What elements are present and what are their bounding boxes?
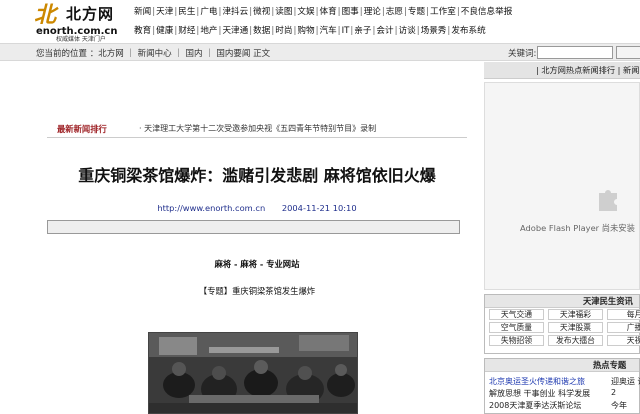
- article-datetime: 2004-11-21 10:10: [281, 203, 357, 213]
- nav-link[interactable]: 地产: [200, 26, 217, 36]
- minsheng-link[interactable]: 发布大擂台: [548, 335, 603, 346]
- nav-link[interactable]: 场景秀: [421, 26, 447, 36]
- right-sidebar: | 北方网热点新闻排行 | 新闻 Adobe Flash Player 尚未安装…: [478, 62, 640, 414]
- nav-link[interactable]: 亲子: [354, 26, 371, 36]
- nav-link[interactable]: 广电: [200, 7, 217, 17]
- site-header: 北 北方网 enorth.com.cn 权威媒体 天津门户 新闻|天津|民生|广…: [0, 0, 640, 43]
- hot-topic-link[interactable]: 2008天津夏季达沃斯论坛: [489, 400, 581, 411]
- article-column: 最新新闻排行 · 天津理工大学第十二次受邀参加央视《五四青年节特别节目》录制 重…: [37, 62, 477, 414]
- flash-placeholder[interactable]: Adobe Flash Player 尚未安装: [484, 82, 640, 290]
- nav-link[interactable]: 理论: [364, 7, 381, 17]
- article-meta: http://www.enorth.com.cn 2004-11-21 10:1…: [37, 203, 477, 213]
- logo-name: 北方网: [66, 5, 115, 23]
- site-logo[interactable]: 北 北方网 enorth.com.cn 权威媒体 天津门户: [34, 2, 130, 43]
- nav-link[interactable]: 购物: [297, 26, 314, 36]
- nav-link[interactable]: 发布系统: [451, 26, 485, 36]
- nav-link[interactable]: 微视: [253, 7, 270, 17]
- news-photo: [148, 332, 358, 414]
- minsheng-link[interactable]: 天视: [607, 335, 640, 346]
- minsheng-link[interactable]: 失物招领: [489, 335, 544, 346]
- nav-link[interactable]: 不良信息举报: [461, 7, 513, 17]
- hot-topic-link[interactable]: 今年: [611, 400, 627, 411]
- minsheng-link[interactable]: 每月: [607, 309, 640, 320]
- keyword-label: 关键词:: [508, 49, 537, 59]
- page-title: 重庆铜梁茶馆爆炸：滥赌引发悲剧 麻将馆依旧火爆: [78, 166, 436, 185]
- hot-topic-link[interactable]: 北京奥运圣火传递和谐之旅: [489, 376, 585, 387]
- ticker-label[interactable]: 最新新闻排行: [57, 123, 107, 135]
- nav-link[interactable]: 体育: [319, 7, 336, 17]
- nav-row-primary: 新闻|天津|民生|广电|津抖云|微视|读图|文娱|体育|图事|理论|志愿|专题|…: [134, 4, 640, 23]
- nav-link[interactable]: 财经: [178, 26, 195, 36]
- nav-link[interactable]: 新闻: [134, 7, 151, 17]
- minsheng-link[interactable]: 天气交通: [489, 309, 544, 320]
- nav-link[interactable]: 图事: [342, 7, 359, 17]
- topic-link[interactable]: 【专题】重庆铜梁茶馆发生爆炸: [37, 285, 477, 297]
- minsheng-link[interactable]: 天津福彩: [548, 309, 603, 320]
- hot-topic-link[interactable]: 解放思想 干事创业 科学发展: [489, 388, 590, 399]
- hot-topics-title: 热点专题: [485, 359, 639, 372]
- nav-link[interactable]: 读图: [275, 7, 292, 17]
- nav-link[interactable]: 教育: [134, 26, 151, 36]
- nav-link[interactable]: 访谈: [399, 26, 416, 36]
- nav-link[interactable]: 天津: [156, 7, 173, 17]
- nav-link[interactable]: 工作室: [430, 7, 456, 17]
- banner-placeholder: [47, 220, 460, 234]
- search-button[interactable]: [616, 46, 640, 59]
- minsheng-link[interactable]: 天津股票: [548, 322, 603, 333]
- source-link[interactable]: http://www.enorth.com.cn: [157, 203, 265, 213]
- plugin-puzzle-icon: [599, 190, 617, 211]
- nav-link[interactable]: 津抖云: [222, 7, 248, 17]
- breadcrumb: 您当前的位置 ：北方网 ｜ 新闻中心 ｜ 国内 ｜ 国内要闻 正文: [36, 49, 271, 59]
- nav-link[interactable]: 时尚: [275, 26, 292, 36]
- keyword-search-input[interactable]: [537, 46, 613, 59]
- nav-row-secondary: 教育|健康|财经|地产|天津通|数据|时尚|购物|汽车|IT|亲子|会计|访谈|…: [134, 23, 640, 42]
- hot-news-tab-header[interactable]: | 北方网热点新闻排行 | 新闻: [484, 62, 640, 79]
- sponsor-link[interactable]: 麻将 - 麻将 - 专业网站: [37, 258, 477, 270]
- logo-tagline: 权威媒体 天津门户: [56, 36, 106, 43]
- latest-news-ticker: 最新新闻排行 · 天津理工大学第十二次受邀参加央视《五四青年节特别节目》录制: [47, 122, 467, 138]
- photo-image: [149, 333, 357, 413]
- nav-link[interactable]: 志愿: [386, 7, 403, 17]
- location-bar: 您当前的位置 ：北方网 ｜ 新闻中心 ｜ 国内 ｜ 国内要闻 正文 关键词:: [0, 43, 640, 61]
- minsheng-title: 天津民生资讯: [485, 295, 639, 308]
- top-navigation: 新闻|天津|民生|广电|津抖云|微视|读图|文娱|体育|图事|理论|志愿|专题|…: [134, 4, 640, 42]
- nav-link[interactable]: 天津通: [222, 26, 248, 36]
- nav-link[interactable]: 民生: [178, 7, 195, 17]
- article-links: 麻将 - 麻将 - 专业网站 【专题】重庆铜梁茶馆发生爆炸: [37, 258, 477, 297]
- hot-topic-link[interactable]: 迎奥运 讲: [611, 376, 640, 387]
- nav-link[interactable]: 会计: [376, 26, 393, 36]
- nav-link[interactable]: 汽车: [319, 26, 336, 36]
- ticker-headline-link[interactable]: · 天津理工大学第十二次受邀参加央视《五四青年节特别节目》录制: [139, 123, 376, 134]
- logo-mark: 北: [34, 2, 57, 28]
- minsheng-link[interactable]: 空气质量: [489, 322, 544, 333]
- nav-link[interactable]: 数据: [253, 26, 270, 36]
- nav-link[interactable]: 健康: [156, 26, 173, 36]
- hot-topic-link[interactable]: 2: [611, 388, 616, 397]
- nav-link[interactable]: 专题: [408, 7, 425, 17]
- minsheng-link[interactable]: 广播: [607, 322, 640, 333]
- flash-missing-message: Adobe Flash Player 尚未安装: [520, 223, 635, 233]
- hot-topics-box: 热点专题 北京奥运圣火传递和谐之旅 迎奥运 讲解放思想 干事创业 科学发展 2 200…: [484, 358, 640, 414]
- minsheng-info-box: 天津民生资讯 天气交通 天津福彩 每月空气质量 天津股票 广播失物招领 发布大擂台 天视: [484, 294, 640, 354]
- nav-link[interactable]: 文娱: [297, 7, 314, 17]
